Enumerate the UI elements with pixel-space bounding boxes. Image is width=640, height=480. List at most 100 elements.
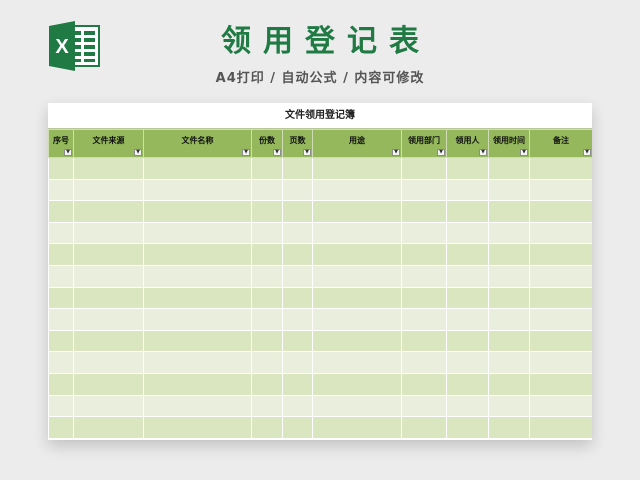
table-cell[interactable] [48,286,74,310]
table-cell[interactable] [529,243,592,266]
table-cell[interactable] [488,178,530,202]
table-cell[interactable] [446,329,489,353]
table-cell[interactable] [282,308,313,331]
table-cell[interactable] [48,308,74,331]
table-cell[interactable] [251,372,283,396]
column-header[interactable]: 领用人 ▼ [446,129,489,158]
table-cell[interactable] [48,178,74,202]
table-cell[interactable] [143,308,252,331]
column-header[interactable]: 文件名称 ▼ [143,129,252,158]
column-header[interactable]: 份数 ▼ [251,129,283,158]
table-cell[interactable] [312,329,402,353]
table-cell[interactable] [401,394,447,418]
table-cell[interactable] [282,200,313,223]
table-cell[interactable] [48,329,74,353]
table-cell[interactable] [73,243,144,266]
table-cell[interactable] [488,351,530,374]
table-cell[interactable] [312,221,402,245]
table-cell[interactable] [282,221,313,245]
table-cell[interactable] [251,243,283,266]
table-cell[interactable] [143,243,252,266]
table-cell[interactable] [529,372,592,396]
table-cell[interactable] [312,264,402,288]
dropdown-arrow-icon[interactable]: ▼ [437,149,445,156]
table-cell[interactable] [401,286,447,310]
table-cell[interactable] [73,372,144,396]
table-cell[interactable] [401,243,447,266]
table-cell[interactable] [312,416,402,439]
column-header[interactable]: 用途 ▼ [312,129,402,158]
table-cell[interactable] [48,243,74,266]
table-cell[interactable] [251,286,283,310]
table-cell[interactable] [251,221,283,245]
table-cell[interactable] [488,286,530,310]
table-cell[interactable] [73,200,144,223]
table-cell[interactable] [143,329,252,353]
table-cell[interactable] [488,157,530,180]
table-cell[interactable] [446,351,489,374]
table-cell[interactable] [48,416,74,439]
table-cell[interactable] [529,416,592,439]
table-cell[interactable] [446,308,489,331]
dropdown-arrow-icon[interactable]: ▼ [134,149,142,156]
table-cell[interactable] [312,178,402,202]
table-cell[interactable] [251,157,283,180]
table-cell[interactable] [488,221,530,245]
dropdown-arrow-icon[interactable]: ▼ [303,149,311,156]
table-cell[interactable] [446,157,489,180]
table-cell[interactable] [143,286,252,310]
table-cell[interactable] [446,200,489,223]
table-cell[interactable] [73,416,144,439]
table-cell[interactable] [529,200,592,223]
table-cell[interactable] [446,243,489,266]
table-cell[interactable] [401,372,447,396]
table-cell[interactable] [488,264,530,288]
table-cell[interactable] [529,221,592,245]
table-cell[interactable] [251,308,283,331]
table-cell[interactable] [401,308,447,331]
table-cell[interactable] [73,351,144,374]
column-header[interactable]: 页数 ▼ [282,129,313,158]
table-cell[interactable] [48,372,74,396]
table-cell[interactable] [48,264,74,288]
column-header[interactable]: 领用部门 ▼ [401,129,447,158]
table-cell[interactable] [48,157,74,180]
table-cell[interactable] [73,221,144,245]
table-cell[interactable] [282,372,313,396]
table-cell[interactable] [143,351,252,374]
table-cell[interactable] [143,221,252,245]
table-cell[interactable] [401,264,447,288]
table-cell[interactable] [529,351,592,374]
table-cell[interactable] [251,200,283,223]
table-cell[interactable] [401,416,447,439]
table-cell[interactable] [48,200,74,223]
table-cell[interactable] [251,351,283,374]
table-cell[interactable] [73,286,144,310]
table-cell[interactable] [401,200,447,223]
table-cell[interactable] [73,308,144,331]
table-cell[interactable] [143,394,252,418]
table-cell[interactable] [282,264,313,288]
table-cell[interactable] [143,200,252,223]
column-header[interactable]: 序号 ▼ [48,129,74,158]
table-cell[interactable] [312,243,402,266]
table-cell[interactable] [312,372,402,396]
dropdown-arrow-icon[interactable]: ▼ [392,149,400,156]
dropdown-arrow-icon[interactable]: ▼ [479,149,487,156]
table-cell[interactable] [251,416,283,439]
table-cell[interactable] [312,286,402,310]
table-cell[interactable] [446,372,489,396]
column-header[interactable]: 文件来源 ▼ [73,129,144,158]
table-cell[interactable] [143,416,252,439]
table-cell[interactable] [529,286,592,310]
table-cell[interactable] [312,394,402,418]
table-cell[interactable] [143,372,252,396]
table-cell[interactable] [282,394,313,418]
dropdown-arrow-icon[interactable]: ▼ [64,149,72,156]
table-cell[interactable] [488,243,530,266]
table-cell[interactable] [529,394,592,418]
table-cell[interactable] [143,264,252,288]
table-cell[interactable] [312,200,402,223]
table-cell[interactable] [529,157,592,180]
table-cell[interactable] [48,394,74,418]
